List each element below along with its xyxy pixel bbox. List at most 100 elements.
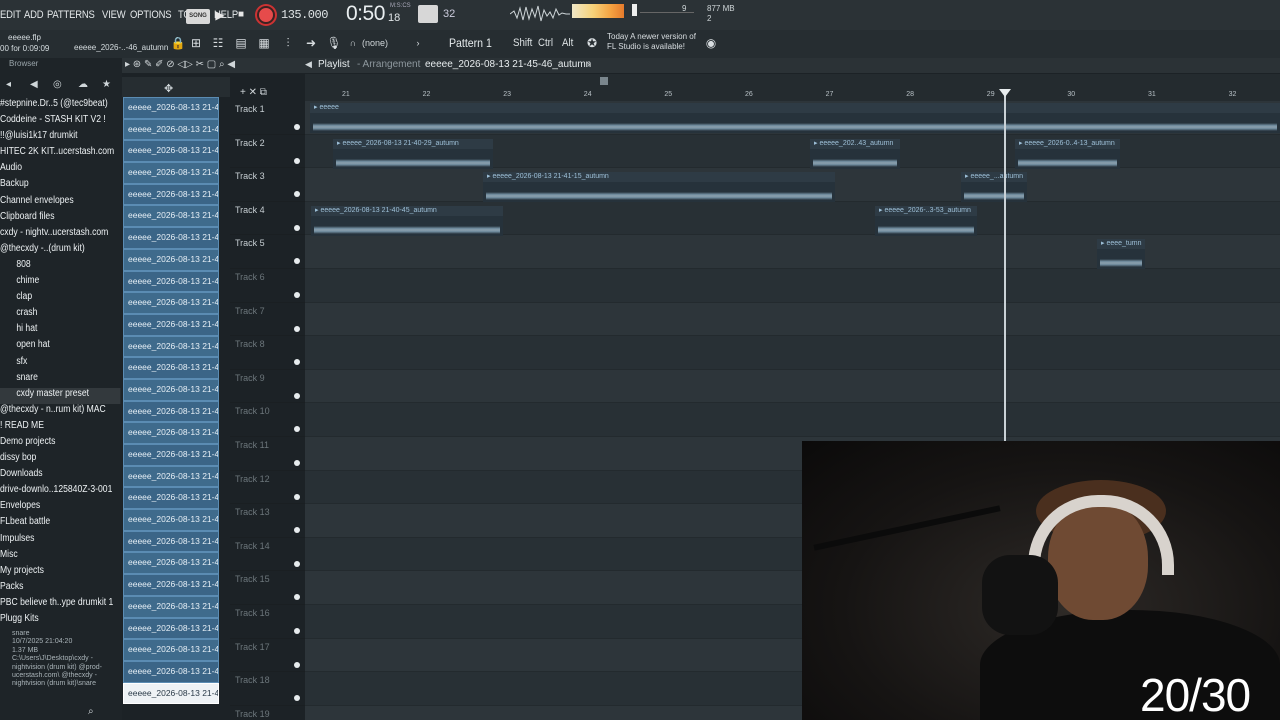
track-mute-toggle[interactable] xyxy=(294,661,300,668)
playlist-selected-clip[interactable]: eeeee_2026-08-13 21-45-46_autumn xyxy=(425,59,591,70)
clip-source-item[interactable]: eeeee_2026-08-13 21-4... xyxy=(123,552,219,575)
clip-source-item[interactable]: eeeee_2026-08-13 21-4... xyxy=(123,205,219,228)
browser-folder[interactable]: dissy bop xyxy=(0,452,120,468)
track-mute-toggle[interactable] xyxy=(294,124,300,130)
browser-star-icon[interactable]: ★ xyxy=(102,79,111,90)
clip-source-item[interactable]: eeeee_2026-08-13 21-4... xyxy=(123,574,219,596)
browser-search-icon[interactable]: ⌕ xyxy=(88,706,94,717)
track-header[interactable]: Track 5 xyxy=(230,235,305,269)
track-mute-toggle[interactable] xyxy=(294,157,300,164)
browser-folder[interactable]: FLbeat battle xyxy=(0,516,120,532)
clip-source-item[interactable]: eeeee_2026-08-13 21-4... xyxy=(123,335,219,358)
browser-folder[interactable]: Clipboard files xyxy=(0,211,120,227)
browser-folder[interactable]: PBC believe th..ype drumkit 1 xyxy=(0,597,120,613)
track-header[interactable]: Track 8 xyxy=(230,336,305,370)
lock-icon[interactable]: 🔒 xyxy=(170,35,186,51)
menu-patterns[interactable]: PATTERNS xyxy=(47,9,95,21)
play-button[interactable]: ▶ xyxy=(213,7,227,23)
browser-folder[interactable]: cxdy - nightv..ucerstash.com xyxy=(0,227,120,243)
browser-back-icon[interactable]: ◂ xyxy=(6,79,11,90)
browser-folder[interactable]: Channel envelopes xyxy=(0,195,120,211)
browser-cloud-icon[interactable]: ☁ xyxy=(78,79,88,90)
track-header[interactable]: Track 17 xyxy=(230,639,305,673)
menu-options[interactable]: OPTIONS xyxy=(130,9,172,21)
microphone-icon[interactable]: 🎙 xyxy=(326,35,342,51)
browser-folder[interactable]: Misc xyxy=(0,549,120,565)
audio-clip[interactable]: ▸ eeeee_...autumn xyxy=(961,172,1027,203)
browser-folder[interactable]: Plugg Kits xyxy=(0,613,120,629)
track-header[interactable]: Track 19 xyxy=(230,706,305,720)
browser-folder[interactable]: hi hat xyxy=(0,323,120,339)
pattern-selector[interactable]: Pattern 1 xyxy=(449,36,492,50)
clip-source-item[interactable]: eeeee_2026-08-13 21-4... xyxy=(123,270,219,293)
browser-folder[interactable]: sfx xyxy=(0,356,120,372)
clip-source-item[interactable]: eeeee_2026-08-13 21-4... xyxy=(123,639,219,661)
playhead-marker[interactable] xyxy=(999,89,1011,97)
browser-folder[interactable]: drive-downlo..125840Z-3-001 xyxy=(0,484,120,500)
clip-source-item[interactable]: eeeee_2026-08-13 21-4... xyxy=(123,465,219,488)
track-mute-toggle[interactable] xyxy=(294,325,300,332)
browser-folder[interactable]: Impulses xyxy=(0,533,120,549)
clip-source-item[interactable]: eeeee_2026-08-13 21-4... xyxy=(123,530,219,553)
track-mute-toggle[interactable] xyxy=(294,627,300,634)
track-header[interactable]: Track 2 xyxy=(230,135,305,169)
audio-clip[interactable]: ▸ eeeee_2026-0..4-13_autumn xyxy=(1015,138,1120,169)
menu-add[interactable]: ADD xyxy=(24,9,44,21)
track-header[interactable]: Track 9 xyxy=(230,370,305,404)
globe-icon[interactable]: ◉ xyxy=(703,35,719,51)
browser-folder[interactable]: crash xyxy=(0,307,120,323)
audio-clip[interactable]: ▸ eeeee_2026-08-13 21-41-15_autumn xyxy=(483,172,835,203)
track-mute-toggle[interactable] xyxy=(294,527,300,534)
clip-source-item[interactable]: eeeee_2026-08-13 21-4... xyxy=(123,509,219,531)
clip-source-item[interactable]: eeeee_2026-08-13 21-4... xyxy=(123,162,219,184)
clip-source-item[interactable]: eeeee_2026-08-13 21-4... xyxy=(123,444,219,466)
clip-source-item[interactable]: eeeee_2026-08-13 21-4... xyxy=(123,400,219,423)
playlist-arrangement-label[interactable]: - Arrangement xyxy=(357,59,420,70)
playlist-arrow-icon[interactable]: ◀ xyxy=(305,59,312,70)
tempo-display[interactable]: 135.000 xyxy=(281,8,328,22)
track-mute-toggle[interactable] xyxy=(294,493,300,500)
clip-source-item[interactable]: eeeee_2026-08-13 21-4... xyxy=(123,183,219,206)
clip-source-item[interactable]: eeeee_2026-08-13 21-4... xyxy=(123,422,219,444)
clip-source-item[interactable]: eeeee_2026-08-13 21-4... xyxy=(123,357,219,379)
track-header[interactable]: Track 13 xyxy=(230,504,305,538)
track-mute-toggle[interactable] xyxy=(294,392,300,399)
track-mute-toggle[interactable] xyxy=(294,560,300,567)
alt-key-label[interactable]: Alt xyxy=(562,37,573,49)
track-mute-toggle[interactable] xyxy=(294,695,300,702)
browser-folder[interactable]: Audio xyxy=(0,162,120,178)
clip-source-item[interactable]: eeeee_2026-08-13 21-4... xyxy=(123,682,219,705)
track-mute-toggle[interactable] xyxy=(294,224,300,231)
track-mute-toggle[interactable] xyxy=(294,426,300,433)
browser-folder[interactable]: chime xyxy=(0,275,120,291)
browser-folder[interactable]: Demo projects xyxy=(0,436,120,452)
track-header[interactable]: Track 16 xyxy=(230,605,305,639)
clip-source-item[interactable]: eeeee_2026-08-13 21-4... xyxy=(123,118,219,141)
menu-edit[interactable]: EDIT xyxy=(0,9,21,21)
clip-source-item[interactable]: eeeee_2026-08-13 21-4... xyxy=(123,378,219,401)
browser-folder[interactable]: 808 xyxy=(0,259,120,275)
track-header[interactable]: Track 15 xyxy=(230,571,305,605)
clip-source-item[interactable]: eeeee_2026-08-13 21-4... xyxy=(123,97,219,119)
browser-folder[interactable]: HITEC 2K KIT..ucerstash.com xyxy=(0,146,120,162)
ctrl-key-label[interactable]: Ctrl xyxy=(538,37,553,49)
playlist-scrollbar[interactable] xyxy=(305,74,1280,88)
browser-folder[interactable]: My projects xyxy=(0,565,120,581)
browser-folder[interactable]: Coddeine - STASH KIT V2 ! xyxy=(0,114,120,130)
shift-key-label[interactable]: Shift xyxy=(513,37,532,49)
audio-clip[interactable]: ▸ eeee_tumn xyxy=(1097,239,1145,270)
track-mute-toggle[interactable] xyxy=(294,191,300,198)
browser-folder[interactable]: #stepnine.Dr..5 (@tec9beat) xyxy=(0,98,120,114)
clip-source-item[interactable]: eeeee_2026-08-13 21-4... xyxy=(123,292,219,314)
audio-clip[interactable]: ▸ eeeee_2026-08-13 21-40-45_autumn xyxy=(311,205,503,236)
track-header[interactable]: Track 4 xyxy=(230,202,305,236)
piano-roll-icon[interactable]: ▤ xyxy=(233,35,249,51)
browser-folder[interactable]: ! READ ME xyxy=(0,420,120,436)
track-mute-toggle[interactable] xyxy=(294,291,300,298)
track-header[interactable]: Track 14 xyxy=(230,538,305,572)
browser-folder[interactable]: clap xyxy=(0,291,120,307)
chevron-right-icon[interactable]: › xyxy=(410,35,426,51)
add-track-icon[interactable]: + ✕ ⧉ xyxy=(240,87,267,98)
master-volume-slider[interactable] xyxy=(632,4,637,16)
clip-source-item[interactable]: eeeee_2026-08-13 21-4... xyxy=(123,487,219,510)
